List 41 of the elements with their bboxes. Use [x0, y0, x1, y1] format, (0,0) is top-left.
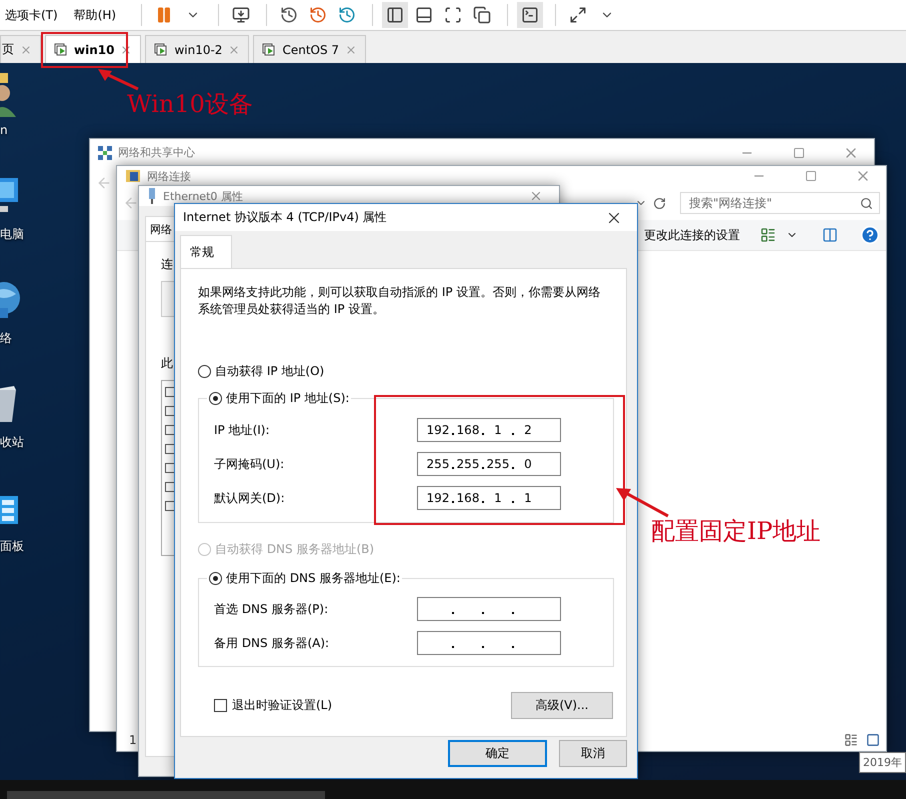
radio-button[interactable]: 使用下面的 IP 地址(S): — [209, 390, 350, 406]
annotation-label: 配置固定IP地址 — [651, 516, 821, 547]
ip-address-field[interactable]: 255 255 255 0 — [417, 452, 561, 476]
ok-button[interactable]: 确定 — [448, 740, 547, 767]
ip-address-field[interactable]: 192 168 1 1 — [417, 486, 561, 510]
menu-item[interactable]: 帮助(H) — [74, 6, 116, 24]
vm-tab[interactable]: win10 — [45, 35, 142, 63]
tab[interactable]: 常规 — [180, 235, 232, 268]
description: 如果网络支持此功能，则可以获取自动指派的 IP 设置。否则，你需要从网络系统管理员处获得适当的 IP 设置。 — [198, 284, 602, 318]
field-label: 首选 DNS 服务器(P): — [214, 600, 328, 618]
vm-tab[interactable]: win10-2 — [145, 35, 250, 63]
field-label: 子网掩码(U): — [214, 456, 284, 472]
desktop-icon-label[interactable]: 电脑 — [0, 226, 24, 243]
desktop-icon-label[interactable]: 络 — [0, 330, 12, 347]
advanced-button[interactable]: 高级(V)... — [511, 692, 613, 719]
field-label: IP 地址(I): — [214, 422, 270, 438]
item-count: 1 — [129, 733, 138, 747]
command-link[interactable]: 更改此连接的设置 — [644, 226, 740, 244]
radio-button[interactable]: 使用下面的 DNS 服务器地址(E): — [209, 570, 400, 586]
section-label: 连 — [161, 256, 173, 273]
vm-tab[interactable]: CentOS 7 — [253, 35, 366, 63]
dialog-title: Internet 协议版本 4 (TCP/IPv4) 属性 — [183, 209, 388, 226]
window-title: Ethernet0 属性 — [163, 188, 244, 204]
desktop-icon-label[interactable]: n — [0, 123, 8, 137]
desktop-icon-label[interactable]: 面板 — [0, 538, 24, 555]
ip-address-field[interactable]: 192 168 1 2 — [417, 418, 561, 442]
checkbox[interactable]: 退出时验证设置(L) — [214, 697, 332, 714]
vm-tab[interactable]: 页 — [0, 35, 41, 63]
field-label: 默认网关(D): — [214, 490, 285, 506]
cancel-button[interactable]: 取消 — [559, 740, 627, 767]
radio-button[interactable]: 自动获得 IP 地址(O) — [198, 363, 324, 379]
section-label: 此 — [161, 355, 173, 372]
annotation-label: Win10设备 — [127, 89, 253, 120]
search-field[interactable]: 搜索"网络连接" — [680, 192, 880, 214]
window-title: 网络连接 — [147, 168, 192, 184]
tab[interactable]: 网络 — [145, 216, 177, 241]
tooltip: 2019年 — [859, 752, 906, 773]
field-label: 备用 DNS 服务器(A): — [214, 634, 330, 652]
desktop-icon-label[interactable]: 收站 — [0, 434, 24, 451]
menu-item[interactable]: 选项卡(T) — [5, 6, 58, 24]
window-title: 网络和共享中心 — [118, 145, 196, 160]
